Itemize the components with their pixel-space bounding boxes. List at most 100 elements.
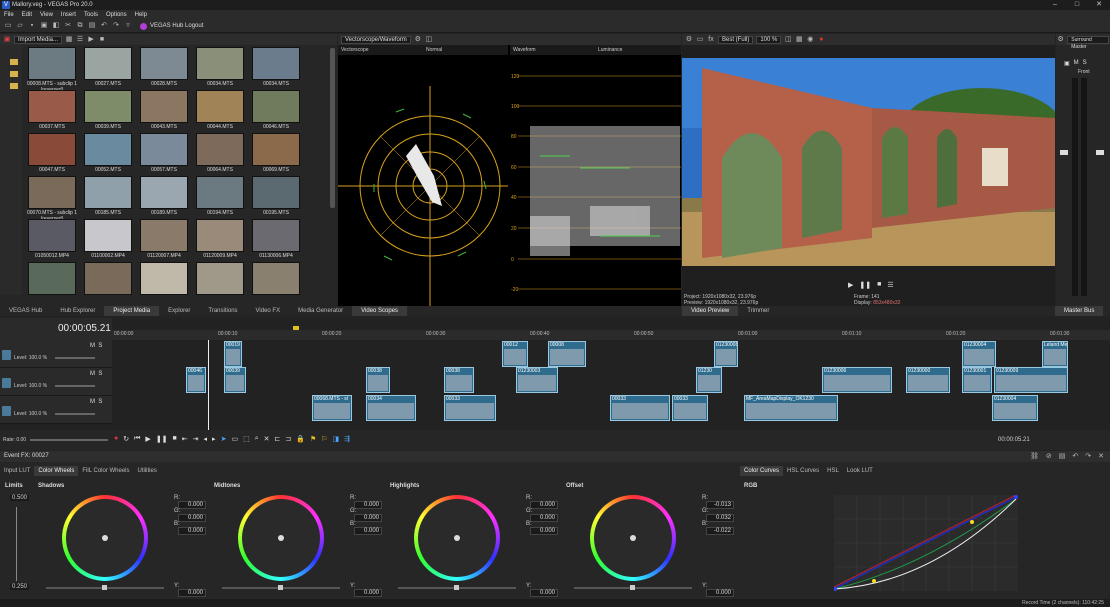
pause-icon[interactable]: ❚❚ [859, 281, 871, 289]
preset-icon[interactable]: ▤ [1059, 452, 1066, 460]
timeline-clip[interactable]: 00038 [444, 367, 474, 393]
folder-icon[interactable] [10, 59, 18, 65]
bypass-icon[interactable]: ⊘ [1046, 452, 1052, 460]
limits-bottom-value[interactable]: 0.250 [10, 584, 30, 590]
menu-help[interactable]: Help [131, 12, 151, 18]
track-level-slider[interactable] [55, 357, 95, 359]
tab-project-media[interactable]: Project Media [104, 306, 160, 316]
timeline-clip[interactable]: 00039 [224, 367, 246, 393]
solo-button[interactable]: S [1083, 60, 1087, 67]
timeline-clip[interactable]: 00008 [548, 341, 586, 367]
limits-slider[interactable] [16, 507, 17, 581]
edit-tool-icon[interactable]: ➤ [221, 435, 227, 443]
media-thumbnail[interactable] [196, 176, 244, 209]
color-wheel[interactable] [590, 495, 676, 581]
loop-icon[interactable]: ↻ [123, 435, 129, 443]
media-thumbnail[interactable] [84, 133, 132, 166]
media-thumbnail[interactable] [140, 262, 188, 295]
video-track-header[interactable]: Level: 100.0 % M S [0, 396, 112, 424]
close-icon[interactable]: ✕ [1088, 0, 1110, 10]
play-icon[interactable]: ▶ [848, 281, 853, 289]
timeline-clip[interactable]: 00033 [672, 395, 708, 421]
menu-tools[interactable]: Tools [80, 12, 102, 18]
color-wheel[interactable] [414, 495, 500, 581]
render-icon[interactable]: ▣ [40, 22, 48, 30]
fx-icon[interactable]: ▣ [1064, 60, 1070, 67]
record-icon[interactable]: ● [114, 435, 118, 443]
media-thumbnail[interactable] [140, 219, 188, 252]
timeline-clip[interactable]: 00038 [366, 367, 390, 393]
tab-input-lut[interactable]: Input LUT [0, 466, 34, 476]
import-icon[interactable]: ▣ [3, 36, 11, 44]
luminance-slider-knob[interactable] [278, 585, 283, 590]
luma-value[interactable]: 0.000 [530, 589, 558, 597]
tab-hsl-curves[interactable]: HSL Curves [783, 466, 823, 476]
luma-value[interactable]: 0.000 [706, 589, 734, 597]
split-icon[interactable]: ⊐ [285, 435, 291, 443]
media-thumbnail[interactable] [196, 90, 244, 123]
timeline-clip[interactable]: 01230004 [992, 395, 1038, 421]
timeline-clip[interactable]: 00068.MTS - sl [312, 395, 352, 421]
timeline-clip[interactable]: Leland Me [1042, 341, 1068, 367]
luminance-slider-knob[interactable] [630, 585, 635, 590]
media-thumbnail[interactable] [252, 219, 300, 252]
mute-button[interactable]: M [1074, 60, 1079, 67]
external-monitor-icon[interactable]: ▭ [696, 36, 704, 44]
lock-icon[interactable]: 🔒 [296, 435, 305, 443]
video-track-header[interactable]: Level: 100.0 % M S [0, 368, 112, 396]
color-wheel-handle[interactable] [630, 535, 636, 541]
timeline-clip[interactable]: 00046 [186, 367, 206, 393]
timeline-clip[interactable]: 01230006 [822, 367, 892, 393]
update-icon[interactable]: ◫ [425, 36, 433, 44]
playhead-marker[interactable] [293, 326, 299, 330]
open-icon[interactable]: ▱ [16, 22, 24, 30]
settings-icon[interactable]: ⚙ [685, 36, 693, 44]
copy-icon[interactable]: ⧉ [76, 22, 84, 30]
media-thumbnail[interactable] [28, 262, 76, 295]
color-wheel-handle[interactable] [454, 535, 460, 541]
menu-insert[interactable]: Insert [57, 12, 80, 18]
master-fader-right[interactable] [1096, 150, 1104, 155]
tab-video-scopes[interactable]: Video Scopes [352, 306, 408, 316]
timeline-clip[interactable]: 00033 [610, 395, 670, 421]
auto-ripple-icon[interactable]: ⇶ [344, 435, 350, 443]
blue-value[interactable]: -0.022 [706, 527, 734, 535]
redo-icon[interactable]: ↷ [112, 22, 120, 30]
timeline-clip[interactable]: 01230003 [516, 367, 558, 393]
tab-color-curves[interactable]: Color Curves [740, 466, 784, 476]
media-thumbnail[interactable] [84, 176, 132, 209]
tab-video-preview[interactable]: Video Preview [682, 306, 739, 316]
color-wheel-handle[interactable] [278, 535, 284, 541]
region-icon[interactable]: ⚐ [321, 435, 327, 443]
vectorscope-mode[interactable]: Normal [426, 47, 442, 53]
video-track-header[interactable]: Level: 100.0 % M S [0, 340, 112, 368]
folder-icon[interactable] [10, 71, 18, 77]
tab-look-lut[interactable]: Look LUT [843, 466, 877, 476]
timeline-clip[interactable]: MF_AreaMapDisplay_OK1230 [744, 395, 838, 421]
media-thumbnail[interactable] [84, 262, 132, 295]
settings-icon[interactable]: ⚙ [414, 36, 422, 44]
play-icon[interactable]: ▶ [145, 435, 150, 443]
settings-icon[interactable]: ⚙ [1057, 36, 1064, 44]
media-thumbnail[interactable] [252, 90, 300, 123]
blue-value[interactable]: 0.000 [178, 527, 206, 535]
record-icon[interactable]: ● [817, 36, 825, 44]
undo-icon[interactable]: ↶ [1072, 452, 1078, 460]
media-thumbnail[interactable] [28, 90, 76, 123]
fx-icon[interactable]: fx [707, 36, 715, 44]
media-thumbnail[interactable] [196, 219, 244, 252]
media-thumbnail[interactable] [28, 219, 76, 252]
tab-video-fx[interactable]: Video FX [247, 306, 290, 316]
undo-icon[interactable]: ↶ [100, 22, 108, 30]
timeline-clip[interactable]: 01230000 [906, 367, 950, 393]
timeline-clip[interactable]: 00034 [366, 395, 416, 421]
media-thumbnail[interactable] [196, 47, 244, 80]
sort-icon[interactable]: ☰ [76, 36, 84, 44]
tab-trimmer[interactable]: Trimmer [738, 306, 778, 316]
track-level-slider[interactable] [55, 413, 95, 415]
menu-file[interactable]: File [0, 12, 18, 18]
snap-icon[interactable]: ◨ [333, 435, 340, 443]
go-end-icon[interactable]: ⇥ [193, 435, 199, 443]
media-thumbnail[interactable] [196, 133, 244, 166]
marker-icon[interactable]: ⚑ [310, 435, 316, 443]
